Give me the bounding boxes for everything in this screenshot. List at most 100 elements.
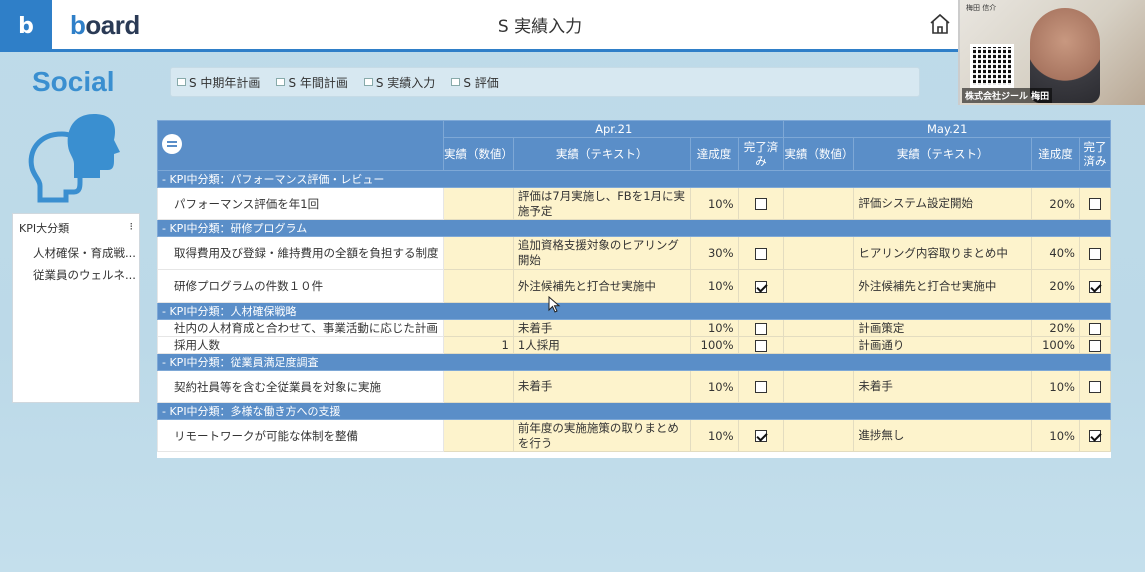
- rate-cell-may[interactable]: 20%: [1031, 187, 1080, 220]
- done-cell-may: [1078, 336, 1111, 354]
- group-title: - KPI中分類：従業員満足度調査: [157, 353, 1111, 371]
- kpi-table: Apr.21 May.21 実績（数値） 実績（テキスト） 達成度 完了済み 実…: [157, 120, 1111, 452]
- rate-cell-may[interactable]: 20%: [1031, 319, 1080, 337]
- filter-item-talent[interactable]: 人材確保・育成戦...: [13, 242, 139, 264]
- kpi-label: 採用人数: [157, 336, 444, 354]
- filter-item-wellness[interactable]: 従業員のウェルネ...: [13, 264, 139, 286]
- actual-text-cell-apr[interactable]: 評価は7月実施し、FBを1月に実施予定: [512, 187, 691, 220]
- actual-num-cell-may[interactable]: [783, 319, 855, 337]
- done-checkbox[interactable]: [1088, 430, 1101, 442]
- col-header-actual-text: 実績（テキスト）: [512, 137, 691, 171]
- group-row[interactable]: - KPI中分類：パフォーマンス評価・レビュー: [157, 170, 1111, 188]
- kpi-label: 取得費用及び登録・維持費用の全額を負担する制度: [157, 236, 444, 270]
- actual-num-cell-may[interactable]: [783, 336, 855, 354]
- actual-text-cell-apr[interactable]: 1人採用: [512, 336, 691, 354]
- group-row[interactable]: - KPI中分類：多様な働き方への支援: [157, 402, 1111, 420]
- actual-text-cell-may[interactable]: 計画通り: [853, 336, 1032, 354]
- tab-label: S 評価: [463, 75, 499, 90]
- rate-cell-may[interactable]: 100%: [1031, 336, 1080, 354]
- actual-text-cell-may[interactable]: 外注候補先と打合せ実施中: [853, 269, 1032, 303]
- done-cell-apr: [737, 269, 785, 303]
- tab-s-actual-input[interactable]: S 実績入力: [363, 74, 435, 91]
- kpi-label: パフォーマンス評価を年1回: [157, 187, 444, 220]
- done-checkbox[interactable]: [754, 381, 767, 393]
- rate-cell-may[interactable]: 10%: [1031, 419, 1080, 452]
- actual-num-cell-may[interactable]: [783, 187, 855, 220]
- rate-cell-apr[interactable]: 10%: [689, 419, 739, 452]
- rate-cell-may[interactable]: 10%: [1031, 370, 1080, 403]
- rate-cell-apr[interactable]: 100%: [689, 336, 739, 354]
- tab-s-evaluation[interactable]: S 評価: [451, 74, 499, 91]
- table-row: 社内の人材育成と合わせて、事業活動に応じた計画 未着手 10% 計画策定 20%: [157, 319, 1111, 337]
- rate-cell-apr[interactable]: 10%: [689, 187, 739, 220]
- done-checkbox[interactable]: [754, 247, 767, 260]
- rate-cell-apr[interactable]: 10%: [689, 269, 739, 303]
- actual-text-cell-may[interactable]: 進捗無し: [853, 419, 1032, 452]
- actual-text-cell-may[interactable]: 評価システム設定開始: [853, 187, 1032, 220]
- actual-num-cell-apr[interactable]: [442, 319, 514, 337]
- rate-cell-apr[interactable]: 10%: [689, 370, 739, 403]
- filter-header: KPI大分類 ⁝: [13, 214, 139, 242]
- filter-title: KPI大分類: [19, 222, 70, 235]
- actual-num-cell-may[interactable]: [783, 269, 855, 303]
- actual-num-cell-may[interactable]: [783, 370, 855, 403]
- page-icon: [451, 78, 461, 86]
- rate-cell-apr[interactable]: 10%: [689, 319, 739, 337]
- group-title: - KPI中分類：研修プログラム: [157, 219, 1111, 237]
- actual-text-cell-apr[interactable]: 未着手: [512, 370, 691, 403]
- home-icon[interactable]: [928, 12, 952, 36]
- presenter-caption: 株式会社ジール 梅田: [962, 88, 1053, 103]
- page-icon: [276, 78, 286, 86]
- actual-text-cell-apr[interactable]: 外注候補先と打合せ実施中: [512, 269, 691, 303]
- done-checkbox[interactable]: [754, 280, 767, 293]
- grid-menu-icon[interactable]: [162, 134, 182, 154]
- actual-num-cell-apr[interactable]: [442, 269, 514, 303]
- done-cell-apr: [737, 336, 785, 354]
- actual-text-cell-apr[interactable]: 追加資格支援対象のヒアリング開始: [512, 236, 691, 270]
- rate-cell-may[interactable]: 20%: [1031, 269, 1080, 303]
- actual-text-cell-apr[interactable]: 未着手: [512, 319, 691, 337]
- kpi-label: 研修プログラムの件数１０件: [157, 269, 444, 303]
- done-checkbox[interactable]: [1088, 381, 1101, 393]
- rate-cell-apr[interactable]: 30%: [689, 236, 739, 270]
- actual-text-cell-may[interactable]: 未着手: [853, 370, 1032, 403]
- done-cell-apr: [737, 419, 785, 452]
- done-checkbox[interactable]: [1088, 322, 1101, 335]
- actual-num-cell-apr[interactable]: [442, 419, 514, 452]
- col-header-actual-num: 実績（数値）: [783, 137, 855, 171]
- rate-cell-may[interactable]: 40%: [1031, 236, 1080, 270]
- actual-num-cell-may[interactable]: [783, 236, 855, 270]
- table-row: リモートワークが可能な体制を整備 前年度の実施施策の取りまとめを行う 10% 進捗無し…: [157, 419, 1111, 452]
- tab-s-annual-plan[interactable]: S 年間計画: [276, 74, 348, 91]
- actual-num-cell-apr[interactable]: [442, 370, 514, 403]
- kpi-label: 社内の人材育成と合わせて、事業活動に応じた計画: [157, 319, 444, 337]
- done-checkbox[interactable]: [1088, 247, 1101, 260]
- group-row[interactable]: - KPI中分類：研修プログラム: [157, 219, 1111, 237]
- done-checkbox[interactable]: [1088, 339, 1101, 352]
- done-checkbox[interactable]: [754, 322, 767, 335]
- done-checkbox[interactable]: [754, 339, 767, 352]
- actual-text-cell-may[interactable]: ヒアリング内容取りまとめ中: [853, 236, 1032, 270]
- group-row[interactable]: - KPI中分類：人材確保戦略: [157, 302, 1111, 320]
- actual-num-cell-apr[interactable]: 1: [442, 336, 514, 354]
- tab-s-mid-term-plan[interactable]: S 中期年計画: [177, 74, 260, 91]
- actual-text-cell-may[interactable]: 計画策定: [853, 319, 1032, 337]
- done-checkbox[interactable]: [754, 430, 767, 442]
- filter-menu-icon[interactable]: ⁝: [130, 220, 134, 236]
- done-cell-may: [1078, 269, 1111, 303]
- group-row[interactable]: - KPI中分類：従業員満足度調査: [157, 353, 1111, 371]
- done-cell-apr: [737, 319, 785, 337]
- tab-label: S 年間計画: [288, 75, 348, 90]
- done-checkbox[interactable]: [1088, 280, 1101, 293]
- mouse-cursor-icon: [548, 296, 561, 313]
- actual-num-cell-apr[interactable]: [442, 187, 514, 220]
- kpi-data-grid: Apr.21 May.21 実績（数値） 実績（テキスト） 達成度 完了済み 実…: [157, 120, 1111, 458]
- month-header-may: May.21: [783, 120, 1111, 138]
- done-cell-apr: [737, 370, 785, 403]
- actual-num-cell-apr[interactable]: [442, 236, 514, 270]
- col-header-actual-text: 実績（テキスト）: [853, 137, 1032, 171]
- done-checkbox[interactable]: [754, 198, 767, 210]
- done-checkbox[interactable]: [1088, 198, 1101, 210]
- actual-num-cell-may[interactable]: [783, 419, 855, 452]
- actual-text-cell-apr[interactable]: 前年度の実施施策の取りまとめを行う: [512, 419, 691, 452]
